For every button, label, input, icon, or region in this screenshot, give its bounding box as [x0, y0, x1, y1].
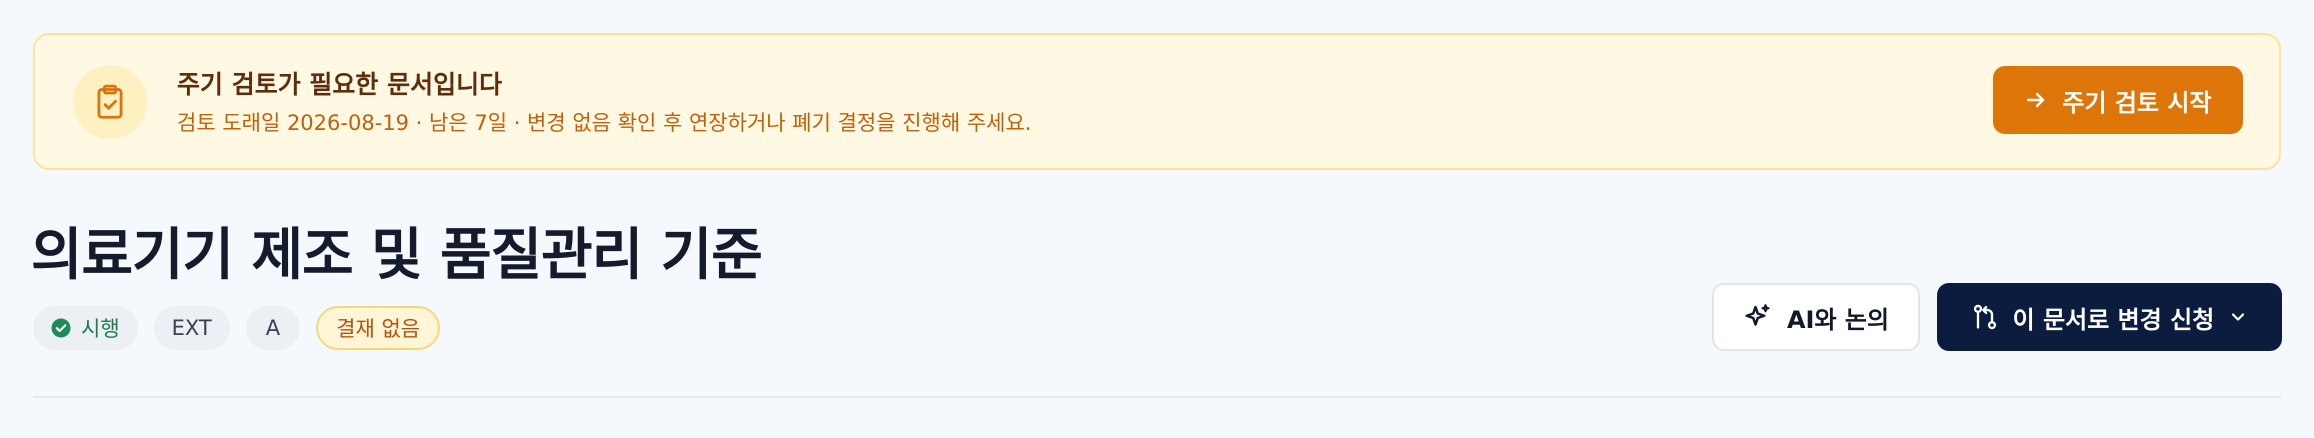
review-due-banner: 주기 검토가 필요한 문서입니다 검토 도래일 2026-08-19 · 남은 … [33, 33, 2281, 170]
document-badges: 시행 EXT A 결재 없음 [33, 306, 441, 350]
chevron-down-icon[interactable] [2228, 307, 2248, 327]
change-request-label: 이 문서로 변경 신청 [2012, 305, 2215, 334]
grade-badge: A [245, 306, 301, 350]
ai-discuss-label: AI와 논의 [1786, 305, 1890, 334]
scope-badge: EXT [153, 306, 230, 350]
approval-badge: 결재 없음 [316, 306, 441, 350]
status-badge: 시행 [33, 306, 138, 350]
arrow-right-icon [2024, 88, 2048, 112]
change-request-button[interactable]: 이 문서로 변경 신청 [1937, 283, 2282, 351]
clipboard-check-icon [73, 65, 147, 139]
check-circle-icon [51, 318, 71, 338]
sparkles-icon [1743, 302, 1773, 332]
banner-subtitle: 검토 도래일 2026-08-19 · 남은 7일 · 변경 없음 확인 후 연… [177, 111, 1032, 135]
status-label: 시행 [81, 317, 120, 341]
start-review-button[interactable]: 주기 검토 시작 [1993, 66, 2243, 134]
start-review-label: 주기 검토 시작 [2062, 88, 2212, 117]
banner-title: 주기 검토가 필요한 문서입니다 [177, 70, 503, 99]
git-pull-request-icon [1971, 303, 1999, 331]
header-divider [33, 396, 2281, 398]
ai-discuss-button[interactable]: AI와 논의 [1712, 283, 1920, 351]
page-title: 의료기기 제조 및 품질관리 기준 [31, 223, 763, 288]
